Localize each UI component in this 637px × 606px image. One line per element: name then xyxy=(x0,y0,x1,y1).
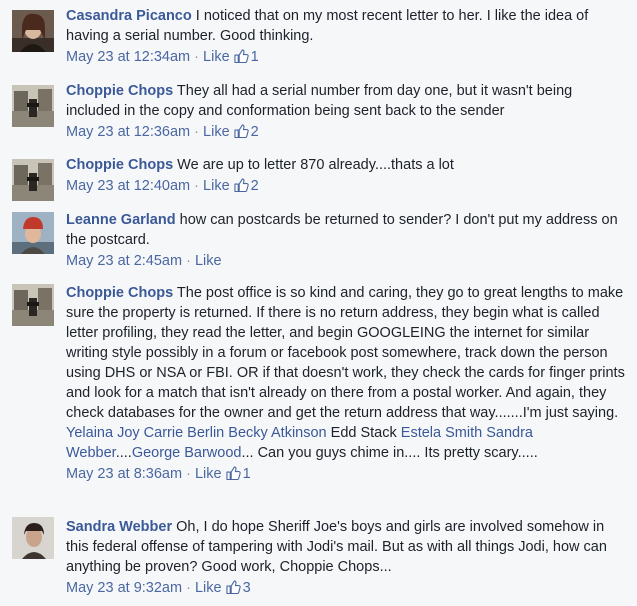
avatar[interactable] xyxy=(12,284,54,326)
profile-photo-woman-red-hat-icon xyxy=(12,212,54,254)
mention-link[interactable]: Yelaina Joy xyxy=(66,425,140,441)
mention-link[interactable]: George Barwood xyxy=(132,445,242,461)
like-link[interactable]: Like xyxy=(203,178,230,194)
mention-link[interactable]: Becky Atkinson xyxy=(228,425,326,441)
comment-text: Edd Stack xyxy=(330,425,397,441)
profile-photo-woman-dark-icon xyxy=(12,517,54,559)
thumbs-up-icon[interactable] xyxy=(234,49,249,63)
comment-text: The post office is so kind and caring, t… xyxy=(66,285,625,421)
comment-thread: Casandra Picanco I noticed that on my mo… xyxy=(0,0,637,606)
profile-photo-street-icon xyxy=(12,159,54,201)
thumbs-up-icon[interactable] xyxy=(234,178,249,192)
avatar[interactable] xyxy=(12,85,54,127)
meta-separator: · xyxy=(190,49,204,65)
avatar[interactable] xyxy=(12,212,54,254)
comment-meta: May 23 at 12:40am · Like 2 xyxy=(66,176,629,196)
like-count[interactable]: 2 xyxy=(251,124,259,140)
like-link[interactable]: Like xyxy=(195,466,222,482)
comment-meta: May 23 at 2:45am · Like xyxy=(66,251,629,271)
mention-link[interactable]: Carrie Berlin xyxy=(144,425,225,441)
mention-link[interactable]: Estela Smith xyxy=(401,425,482,441)
like-count[interactable]: 1 xyxy=(251,49,259,65)
like-count[interactable]: 1 xyxy=(243,466,251,482)
meta-separator: · xyxy=(182,580,195,596)
comment-text: ... Can you guys chime in.... Its pretty… xyxy=(241,445,538,461)
avatar[interactable] xyxy=(12,10,54,52)
comment-timestamp[interactable]: May 23 at 9:32am xyxy=(66,580,182,596)
meta-separator: · xyxy=(190,124,204,140)
thumbs-up-icon[interactable] xyxy=(225,580,241,594)
comment-text: .... xyxy=(115,445,132,461)
like-link[interactable]: Like xyxy=(203,49,230,65)
like-count[interactable]: 3 xyxy=(243,580,251,596)
profile-photo-street-icon xyxy=(12,284,54,326)
comment-text: We are up to letter 870 already....thats… xyxy=(177,157,454,173)
meta-separator: · xyxy=(182,253,195,269)
comment-author[interactable]: Leanne Garland xyxy=(66,212,176,228)
avatar[interactable] xyxy=(12,159,54,201)
comment-meta: May 23 at 12:36am · Like 2 xyxy=(66,122,629,142)
meta-separator: · xyxy=(182,466,195,482)
comment-timestamp[interactable]: May 23 at 2:45am xyxy=(66,253,182,269)
avatar[interactable] xyxy=(12,517,54,559)
comment-author[interactable]: Casandra Picanco xyxy=(66,8,192,24)
profile-photo-street-icon xyxy=(12,85,54,127)
comment-meta: May 23 at 12:34am · Like 1 xyxy=(66,47,629,67)
like-count[interactable]: 2 xyxy=(251,178,259,194)
thumbs-up-icon[interactable] xyxy=(234,124,249,138)
like-link[interactable]: Like xyxy=(195,580,222,596)
comment-timestamp[interactable]: May 23 at 12:40am xyxy=(66,178,190,194)
comment-timestamp[interactable]: May 23 at 12:36am xyxy=(66,124,190,140)
comment-author[interactable]: Choppie Chops xyxy=(66,157,173,173)
comment-meta: May 23 at 8:36am · Like 1 xyxy=(66,464,629,484)
profile-photo-woman-icon xyxy=(12,10,54,52)
thumbs-up-icon[interactable] xyxy=(225,466,241,480)
comment-meta: May 23 at 9:32am · Like 3 xyxy=(66,578,629,598)
comment-author[interactable]: Choppie Chops xyxy=(66,285,173,301)
like-link[interactable]: Like xyxy=(203,124,230,140)
comment-timestamp[interactable]: May 23 at 8:36am xyxy=(66,466,182,482)
comment-author[interactable]: Choppie Chops xyxy=(66,83,173,99)
meta-separator: · xyxy=(190,178,204,194)
like-link[interactable]: Like xyxy=(195,253,222,269)
comment-timestamp[interactable]: May 23 at 12:34am xyxy=(66,49,190,65)
comment-author[interactable]: Sandra Webber xyxy=(66,519,172,535)
